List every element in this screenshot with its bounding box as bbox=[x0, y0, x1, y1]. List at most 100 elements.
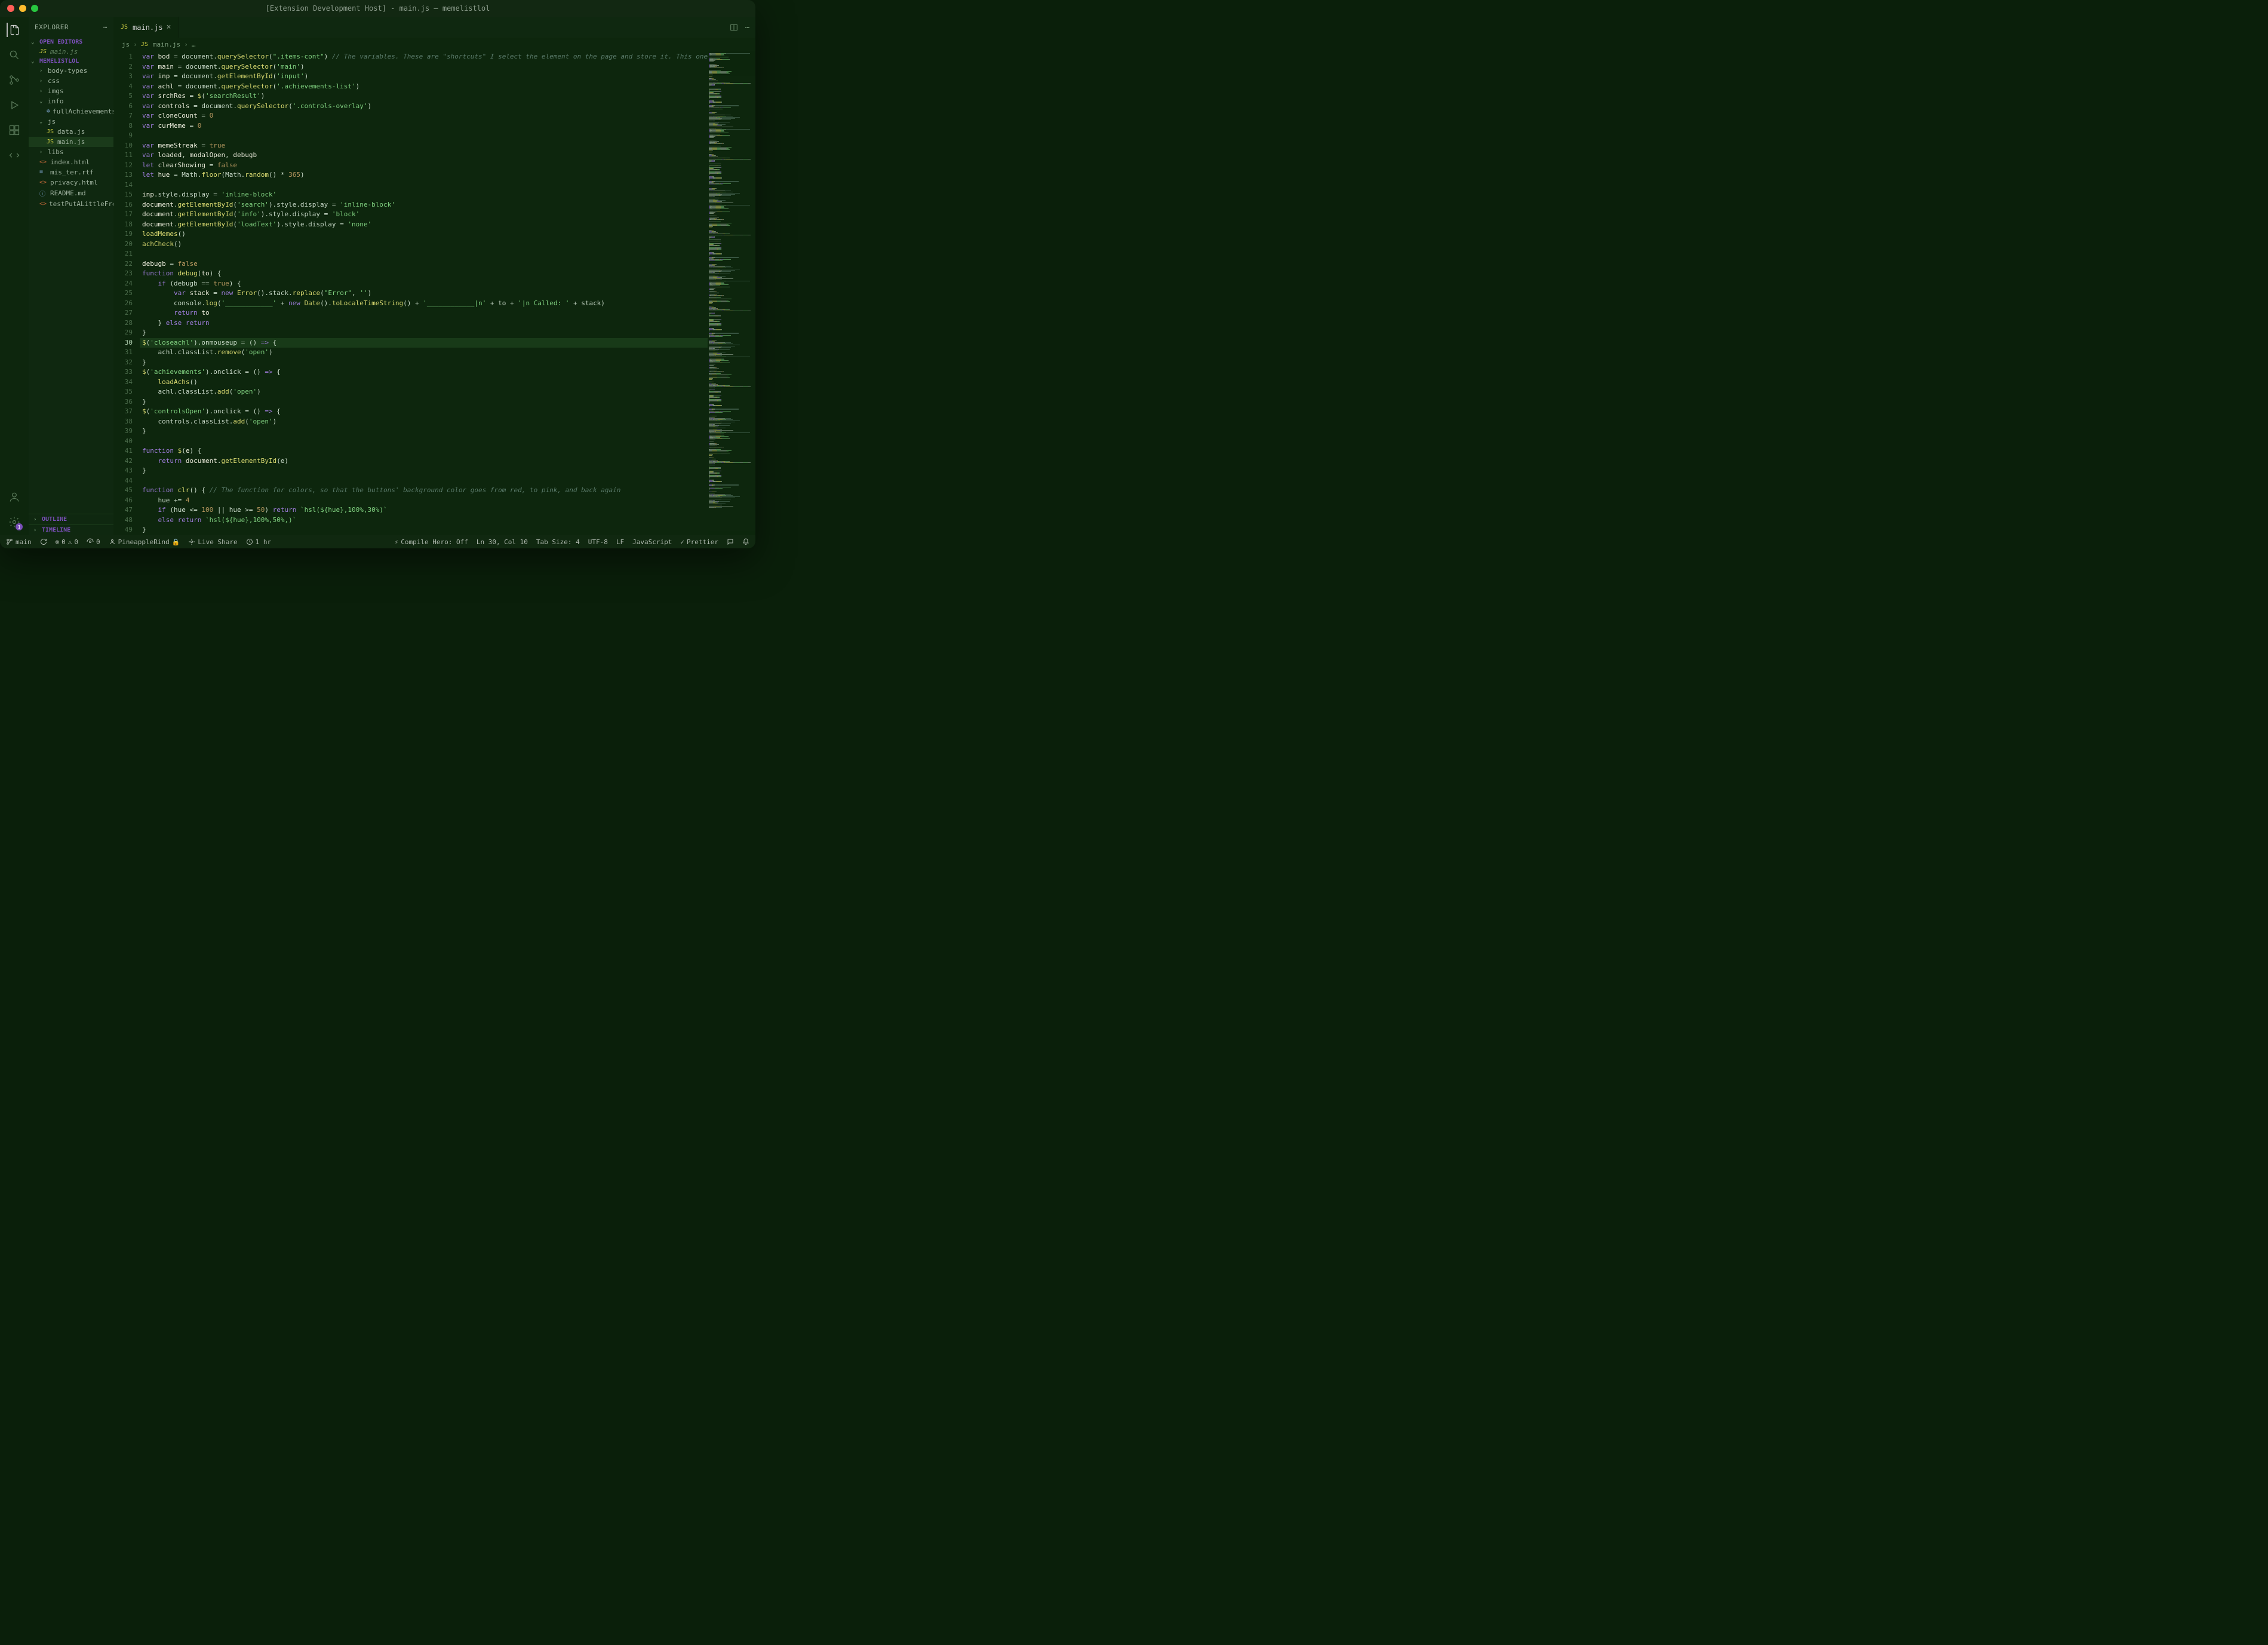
code-line[interactable]: var cloneCount = 0 bbox=[140, 111, 708, 121]
feedback-icon[interactable] bbox=[727, 538, 734, 546]
code-line[interactable] bbox=[140, 249, 708, 259]
close-icon[interactable]: × bbox=[167, 23, 171, 32]
more-actions-icon[interactable]: ⋯ bbox=[745, 23, 749, 32]
problems-indicator[interactable]: ⊗0 ⚠0 bbox=[56, 538, 79, 546]
code-line[interactable]: } bbox=[140, 466, 708, 476]
prettier-button[interactable]: ✓Prettier bbox=[680, 538, 718, 546]
branch-indicator[interactable]: main bbox=[6, 538, 32, 546]
code-line[interactable]: } bbox=[140, 328, 708, 338]
code-line[interactable]: document.getElementById('loadText').styl… bbox=[140, 220, 708, 230]
code-line[interactable]: } else return bbox=[140, 318, 708, 329]
code-line[interactable]: hue += 4 bbox=[140, 496, 708, 506]
notifications-icon[interactable] bbox=[742, 538, 749, 546]
code-line[interactable]: $('controlsOpen').onclick = () => { bbox=[140, 407, 708, 417]
code-line[interactable]: function $(e) { bbox=[140, 446, 708, 456]
code-line[interactable]: achCheck() bbox=[140, 240, 708, 250]
account-icon[interactable] bbox=[7, 490, 21, 504]
tree-item[interactable]: ⓘREADME.md bbox=[29, 188, 113, 199]
open-editor-item[interactable]: JS main.js bbox=[29, 47, 113, 57]
code-line[interactable]: var memeStreak = true bbox=[140, 141, 708, 151]
code-line[interactable]: return to bbox=[140, 308, 708, 318]
tree-item[interactable]: ›libs bbox=[29, 147, 113, 157]
code-line[interactable]: loadMemes() bbox=[140, 229, 708, 240]
remote-icon[interactable] bbox=[7, 148, 21, 162]
code-content[interactable]: var bod = document.querySelector(".items… bbox=[140, 51, 708, 535]
settings-icon[interactable]: 1 bbox=[7, 515, 21, 529]
code-line[interactable]: var curMeme = 0 bbox=[140, 121, 708, 131]
debug-icon[interactable] bbox=[7, 98, 21, 112]
code-line[interactable]: var inp = document.getElementById('input… bbox=[140, 72, 708, 82]
code-line[interactable]: debugb = false bbox=[140, 259, 708, 269]
tree-item[interactable]: ⌄info bbox=[29, 96, 113, 106]
tree-item[interactable]: ›css bbox=[29, 76, 113, 86]
code-line[interactable] bbox=[140, 131, 708, 141]
minimap[interactable] bbox=[708, 51, 755, 535]
code-line[interactable] bbox=[140, 476, 708, 486]
code-line[interactable]: function debug(to) { bbox=[140, 269, 708, 279]
tree-item[interactable]: ❄fullAchievementsLi… bbox=[29, 106, 113, 116]
timeline-section[interactable]: › TIMELINE bbox=[29, 524, 113, 535]
encoding-button[interactable]: UTF-8 bbox=[588, 538, 608, 546]
code-line[interactable]: var controls = document.querySelector('.… bbox=[140, 102, 708, 112]
code-line[interactable] bbox=[140, 180, 708, 191]
explorer-icon[interactable] bbox=[7, 23, 21, 37]
code-line[interactable]: var achl = document.querySelector('.achi… bbox=[140, 82, 708, 92]
time-indicator[interactable]: 1 hr bbox=[246, 538, 272, 546]
code-line[interactable]: inp.style.display = 'inline-block' bbox=[140, 190, 708, 200]
code-line[interactable]: console.log('____________' + new Date().… bbox=[140, 299, 708, 309]
language-button[interactable]: JavaScript bbox=[632, 538, 672, 546]
tree-item[interactable]: JSdata.js bbox=[29, 127, 113, 137]
breadcrumb-segment[interactable]: … bbox=[192, 41, 196, 48]
code-line[interactable]: var srchRes = $('searchResult') bbox=[140, 91, 708, 102]
code-line[interactable]: function clr() { // The function for col… bbox=[140, 486, 708, 496]
extensions-icon[interactable] bbox=[7, 123, 21, 137]
code-line[interactable]: var bod = document.querySelector(".items… bbox=[140, 52, 708, 62]
split-editor-icon[interactable] bbox=[730, 23, 738, 32]
breadcrumb-segment[interactable]: js bbox=[122, 41, 130, 48]
code-line[interactable]: $('closeachl').onmouseup = () => { bbox=[140, 338, 708, 348]
tree-item[interactable]: ≡mis_ter.rtf bbox=[29, 167, 113, 177]
cursor-position[interactable]: Ln 30, Col 10 bbox=[477, 538, 528, 546]
eol-button[interactable]: LF bbox=[616, 538, 624, 546]
code-line[interactable]: } bbox=[140, 426, 708, 437]
code-line[interactable]: var loaded, modalOpen, debugb bbox=[140, 151, 708, 161]
tab-main-js[interactable]: JS main.js × bbox=[113, 17, 179, 38]
search-icon[interactable] bbox=[7, 48, 21, 62]
tree-item[interactable]: ›body-types bbox=[29, 66, 113, 76]
code-line[interactable]: } bbox=[140, 525, 708, 535]
code-line[interactable]: controls.classList.add('open') bbox=[140, 417, 708, 427]
code-line[interactable]: document.getElementById('search').style.… bbox=[140, 200, 708, 210]
sync-button[interactable] bbox=[40, 538, 47, 545]
code-line[interactable]: document.getElementById('info').style.di… bbox=[140, 210, 708, 220]
code-line[interactable]: var stack = new Error().stack.replace("E… bbox=[140, 289, 708, 299]
tree-item[interactable]: <>testPutALittleFreshA… bbox=[29, 199, 113, 209]
code-line[interactable]: } bbox=[140, 358, 708, 368]
liveshare-button[interactable]: Live Share bbox=[188, 538, 237, 546]
code-line[interactable]: } bbox=[140, 397, 708, 407]
code-line[interactable] bbox=[140, 437, 708, 447]
breadcrumb-segment[interactable]: main.js bbox=[153, 41, 180, 48]
code-line[interactable]: let clearShowing = false bbox=[140, 161, 708, 171]
code-line[interactable]: achl.classList.add('open') bbox=[140, 387, 708, 397]
code-line[interactable]: $('achievements').onclick = () => { bbox=[140, 367, 708, 378]
code-line[interactable]: var main = document.querySelector('main'… bbox=[140, 62, 708, 72]
code-line[interactable]: return document.getElementById(e) bbox=[140, 456, 708, 467]
maximize-window-button[interactable] bbox=[31, 5, 38, 12]
sidebar-more-icon[interactable]: ⋯ bbox=[103, 23, 107, 31]
code-line[interactable]: let hue = Math.floor(Math.random() * 365… bbox=[140, 170, 708, 180]
tree-item[interactable]: ⌄js bbox=[29, 116, 113, 127]
code-line[interactable]: achl.classList.remove('open') bbox=[140, 348, 708, 358]
outline-section[interactable]: › OUTLINE bbox=[29, 514, 113, 524]
tree-item[interactable]: <>privacy.html bbox=[29, 177, 113, 188]
code-line[interactable]: else return `hsl(${hue},100%,50%,)` bbox=[140, 515, 708, 526]
minimize-window-button[interactable] bbox=[19, 5, 26, 12]
ports-indicator[interactable]: 0 bbox=[87, 538, 100, 546]
user-indicator[interactable]: PineappleRind 🔒 bbox=[109, 538, 180, 546]
open-editors-section[interactable]: ⌄ OPEN EDITORS bbox=[29, 38, 113, 47]
code-line[interactable]: if (debugb == true) { bbox=[140, 279, 708, 289]
code-line[interactable]: if (hue <= 100 || hue >= 50) return `hsl… bbox=[140, 505, 708, 515]
source-control-icon[interactable] bbox=[7, 73, 21, 87]
compile-hero-button[interactable]: ⚡Compile Hero: Off bbox=[395, 538, 468, 546]
tab-size-button[interactable]: Tab Size: 4 bbox=[536, 538, 580, 546]
tree-item[interactable]: JSmain.js bbox=[29, 137, 113, 147]
